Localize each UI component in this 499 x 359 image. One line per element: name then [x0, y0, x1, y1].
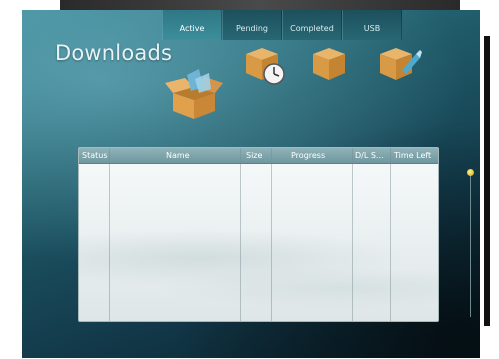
- downloads-screen: Downloads Active Pending Completed USB S…: [22, 10, 480, 358]
- column-time-left[interactable]: Time Left: [394, 148, 438, 163]
- column-dl-speed[interactable]: D/L S...: [355, 148, 389, 163]
- closed-box-icon[interactable]: [309, 42, 349, 82]
- scrollbar-track[interactable]: [470, 174, 471, 317]
- column-size[interactable]: Size: [246, 148, 270, 163]
- table-header: Status Name Size Progress D/L S... Time …: [79, 148, 438, 164]
- open-box-icon[interactable]: [165, 65, 223, 123]
- tab-active[interactable]: Active: [162, 10, 222, 40]
- page-title: Downloads: [55, 41, 173, 65]
- box-clock-icon[interactable]: [242, 42, 288, 86]
- column-divider: [271, 148, 272, 321]
- scrollbar-thumb[interactable]: [467, 169, 474, 176]
- column-divider: [109, 148, 110, 321]
- edge-bar: [484, 36, 490, 326]
- tab-pending[interactable]: Pending: [222, 10, 282, 40]
- column-divider: [352, 148, 353, 321]
- tab-usb[interactable]: USB: [342, 10, 402, 40]
- tab-completed[interactable]: Completed: [282, 10, 342, 40]
- table-background: [79, 218, 438, 321]
- downloads-table: Status Name Size Progress D/L S... Time …: [78, 147, 439, 322]
- column-divider: [240, 148, 241, 321]
- box-usb-icon[interactable]: [378, 40, 422, 84]
- column-name[interactable]: Name: [166, 148, 206, 163]
- top-bezel: [60, 0, 460, 10]
- column-status[interactable]: Status: [82, 148, 122, 163]
- column-divider: [390, 148, 391, 321]
- top-strip: [0, 0, 499, 10]
- column-progress[interactable]: Progress: [291, 148, 335, 163]
- right-edge: [480, 10, 499, 358]
